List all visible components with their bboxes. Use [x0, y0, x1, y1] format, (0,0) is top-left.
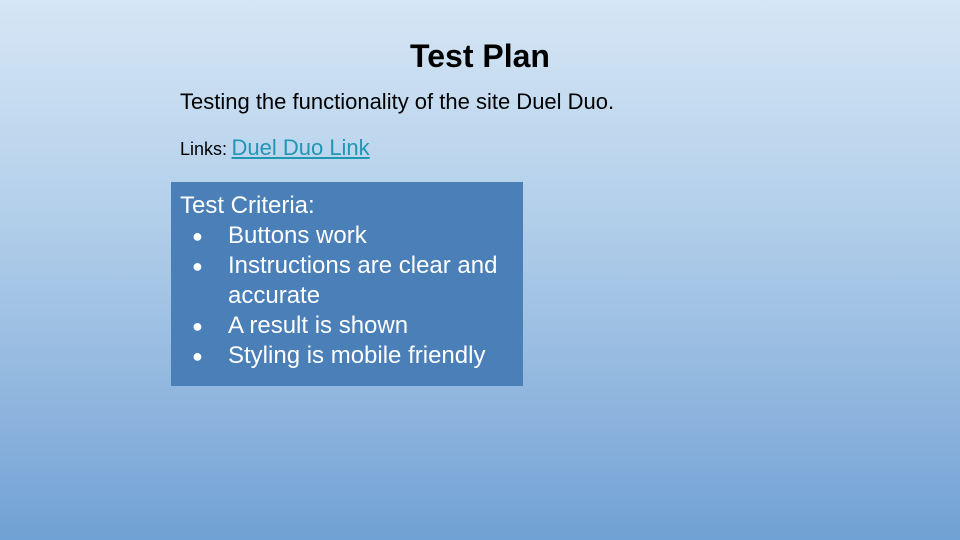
links-label: Links: [180, 139, 228, 159]
slide: Test Plan Testing the functionality of t… [0, 0, 960, 540]
list-item: ● Instructions are clear and accurate [180, 251, 513, 311]
duel-duo-link[interactable]: Duel Duo Link [231, 135, 369, 160]
criteria-item-text: A result is shown [228, 312, 409, 339]
slide-subtitle: Testing the functionality of the site Du… [180, 89, 615, 114]
bullet-icon: ● [192, 346, 203, 366]
list-item: ● Buttons work [180, 221, 513, 251]
bullet-icon: ● [192, 256, 203, 276]
test-criteria-box: Test Criteria: ● Buttons work ● Instruct… [171, 182, 523, 386]
criteria-item-text: Instructions are clear and accurate [228, 252, 498, 309]
links-row: Links: Duel Duo Link [180, 135, 370, 161]
bullet-icon: ● [192, 316, 203, 336]
test-criteria-list: ● Buttons work ● Instructions are clear … [180, 221, 513, 371]
list-item: ● A result is shown [180, 311, 513, 341]
list-item: ● Styling is mobile friendly [180, 341, 513, 371]
criteria-item-text: Styling is mobile friendly [228, 342, 486, 369]
test-criteria-heading: Test Criteria: [180, 192, 315, 219]
bullet-icon: ● [192, 226, 203, 246]
criteria-item-text: Buttons work [228, 222, 367, 249]
slide-title: Test Plan [410, 38, 550, 74]
